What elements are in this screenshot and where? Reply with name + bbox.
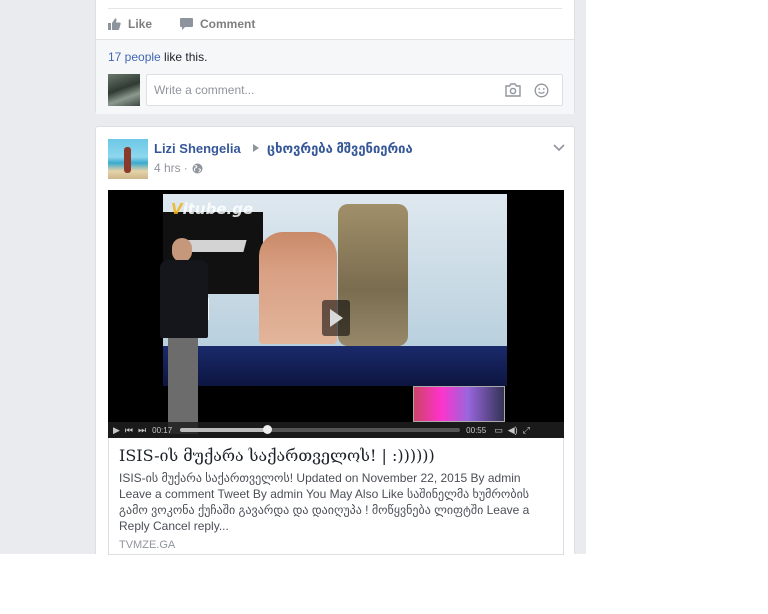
meta-separator: · (183, 161, 188, 175)
video-watermark-logo: Vitube.ge (171, 200, 254, 218)
video-inset-thumbnail (413, 386, 505, 422)
post-actions-bar: Like Comment (108, 8, 562, 39)
likes-suffix: like this. (160, 50, 208, 64)
previous-icon[interactable]: ⏮ (125, 425, 133, 436)
post-timestamp[interactable]: 4 hrs (154, 161, 181, 175)
fullscreen-icon[interactable]: ⤢ (523, 425, 530, 436)
likes-count-link[interactable]: 17 people (108, 50, 161, 64)
likes-and-comments-area: 17 people like this. (96, 39, 574, 114)
like-button[interactable]: Like (108, 17, 152, 31)
author-avatar[interactable] (108, 139, 148, 179)
speech-bubble-icon (180, 18, 194, 30)
smiley-icon[interactable] (534, 83, 549, 101)
comment-button[interactable]: Comment (180, 17, 255, 31)
posted-in-arrow-icon (253, 144, 259, 152)
comment-button-label: Comment (200, 17, 256, 31)
link-description: ISIS-ის მუქარა საქართველოს! Updated on N… (119, 471, 530, 533)
like-button-label: Like (128, 17, 153, 31)
duration-time: 00:55 (466, 425, 487, 435)
video-progress-handle[interactable] (262, 425, 272, 434)
next-icon[interactable]: ⏭ (138, 425, 146, 436)
play-icon[interactable]: ▶ (113, 425, 120, 436)
video-progress-bar[interactable] (180, 425, 461, 434)
commenter-avatar[interactable] (108, 74, 140, 106)
group-name-link[interactable]: ცხოვრება მშვენიერია (267, 141, 413, 157)
play-button[interactable] (322, 300, 350, 336)
video-player[interactable]: Vitube.ge opek ▶ ⏮ ⏭ 00:17 00:55 ▭ ◀) ⤢ (108, 190, 564, 438)
comment-input[interactable] (147, 75, 487, 105)
link-title[interactable]: ISIS-ის მუქარა საქართველოს! | :)))))) (119, 446, 553, 466)
likes-summary: 17 people like this. (108, 50, 207, 64)
settings-icon[interactable]: ▭ (494, 425, 503, 436)
link-preview[interactable]: ISIS-ის მუქარა საქართველოს! | :)))))) IS… (108, 438, 564, 555)
current-time: 00:17 (152, 425, 173, 435)
camera-icon[interactable] (505, 83, 521, 100)
volume-icon[interactable]: ◀) (508, 425, 518, 436)
link-domain: TVMZE.GA (119, 539, 176, 551)
comment-box (146, 74, 563, 106)
video-blue-band (163, 346, 507, 386)
post-meta: 4 hrs · (154, 161, 203, 175)
video-controls: ▶ ⏮ ⏭ 00:17 00:55 ▭ ◀) ⤢ (108, 422, 564, 438)
thumbs-up-icon (108, 18, 121, 30)
previous-post-card: Like Comment 17 people like this. (95, 0, 575, 114)
author-name-link[interactable]: Lizi Shengelia (154, 141, 241, 156)
video-presenter-figure (158, 238, 210, 434)
chevron-down-icon[interactable] (553, 141, 565, 155)
globe-icon[interactable] (192, 163, 203, 174)
post-card: Lizi Shengelia ცხოვრება მშვენიერია 4 hrs… (95, 126, 575, 555)
video-progress-fill (180, 428, 267, 432)
